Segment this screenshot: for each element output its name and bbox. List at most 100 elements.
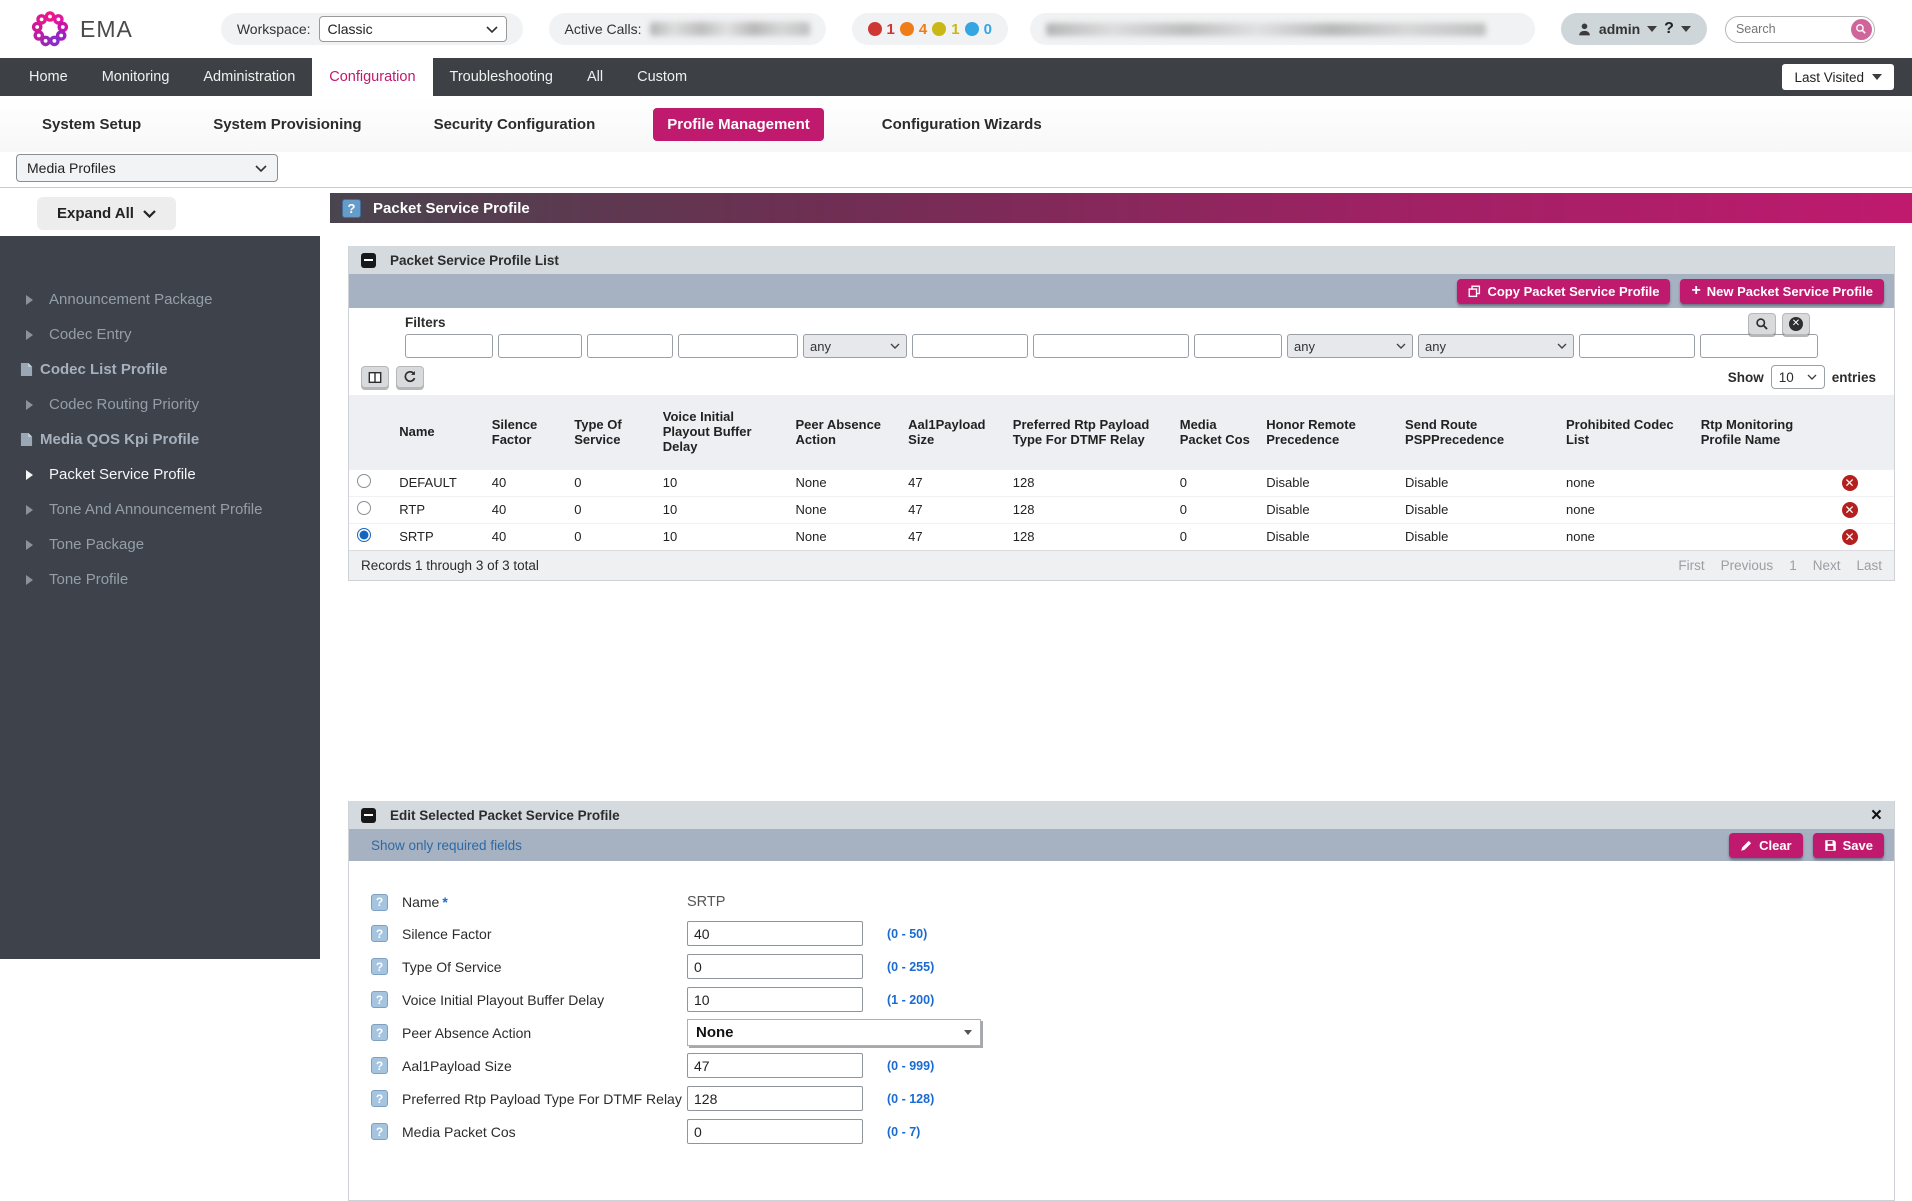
sidebar-item-tone-profile[interactable]: Tone Profile — [0, 562, 320, 597]
copy-profile-button[interactable]: Copy Packet Service Profile — [1457, 279, 1670, 304]
sidebar-item-tone-and-announcement-profile[interactable]: Tone And Announcement Profile — [0, 492, 320, 527]
category-select[interactable]: Media Profiles — [16, 154, 278, 182]
collapse-icon[interactable] — [361, 808, 376, 823]
type-of-service-input[interactable] — [687, 954, 863, 979]
field-label: Preferred Rtp Payload Type For DTMF Rela… — [402, 1091, 687, 1107]
subnav-system-provisioning[interactable]: System Provisioning — [199, 108, 375, 141]
subnav-system-setup[interactable]: System Setup — [28, 108, 155, 141]
show-required-fields-link[interactable]: Show only required fields — [371, 838, 522, 853]
filter-rtp-monitoring-input[interactable] — [1700, 334, 1818, 358]
media-packet-cos-input[interactable] — [687, 1119, 863, 1144]
sidebar-item-label: Media QOS Kpi Profile — [40, 431, 199, 448]
subnav-profile-management[interactable]: Profile Management — [653, 108, 824, 141]
page-last[interactable]: Last — [1856, 558, 1882, 573]
delete-row-icon[interactable]: ✕ — [1842, 529, 1858, 545]
search-input[interactable] — [1736, 22, 1851, 36]
peer-absence-action-select[interactable]: None — [687, 1019, 981, 1046]
sidebar-item-label: Codec Routing Priority — [49, 396, 199, 413]
sidebar-item-tone-package[interactable]: Tone Package — [0, 527, 320, 562]
nav-troubleshooting[interactable]: Troubleshooting — [433, 58, 570, 96]
sidebar-item-codec-list-profile[interactable]: Codec List Profile — [0, 352, 320, 387]
table-row-default[interactable]: DEFAULT 40 0 10 None 47 128 0 Disable Di… — [349, 469, 1894, 496]
field-label: Aal1Payload Size — [402, 1058, 687, 1074]
help-icon[interactable]: ? — [342, 199, 361, 218]
nav-monitoring[interactable]: Monitoring — [85, 58, 187, 96]
field-help-icon[interactable]: ? — [371, 894, 388, 911]
field-help-icon[interactable]: ? — [371, 991, 388, 1008]
page-number[interactable]: 1 — [1789, 558, 1797, 573]
field-help-icon[interactable]: ? — [371, 925, 388, 942]
field-help-icon[interactable]: ? — [371, 958, 388, 975]
col-type-of-service: Type Of Service — [566, 395, 655, 469]
sidebar-item-packet-service-profile[interactable]: Packet Service Profile — [0, 457, 320, 492]
expand-all-button[interactable]: Expand All — [37, 197, 176, 230]
field-help-icon[interactable]: ? — [371, 1057, 388, 1074]
field-help-icon[interactable]: ? — [371, 1123, 388, 1140]
workspace-select[interactable]: Classic — [319, 16, 507, 42]
help-icon[interactable]: ? — [1664, 20, 1674, 38]
page-first[interactable]: First — [1678, 558, 1704, 573]
filter-media-packet-cos-input[interactable] — [1194, 334, 1282, 358]
filter-voice-initial-input[interactable] — [678, 334, 798, 358]
nav-configuration[interactable]: Configuration — [312, 58, 432, 96]
filter-silence-factor-input[interactable] — [498, 334, 582, 358]
profiles-table: Name Silence Factor Type Of Service Voic… — [349, 395, 1894, 550]
clear-filters-button[interactable]: ✕ — [1782, 313, 1810, 335]
column-picker-button[interactable] — [361, 366, 389, 388]
filter-preferred-rtp-input[interactable] — [1033, 334, 1189, 358]
field-help-icon[interactable]: ? — [371, 1024, 388, 1041]
clear-button[interactable]: Clear — [1729, 833, 1803, 858]
preferred-rtp-payload-type-input[interactable] — [687, 1086, 863, 1111]
edit-panel-toolbar: Show only required fields Clear Save — [349, 829, 1894, 861]
page-previous[interactable]: Previous — [1721, 558, 1774, 573]
filter-peer-absence-select[interactable]: any — [803, 334, 907, 358]
col-silence-factor: Silence Factor — [484, 395, 566, 469]
silence-factor-input[interactable] — [687, 921, 863, 946]
filter-prohibited-codec-input[interactable] — [1579, 334, 1695, 358]
page-next[interactable]: Next — [1813, 558, 1841, 573]
field-range-hint: (0 - 999) — [887, 1059, 934, 1073]
sidebar-item-media-qos-kpi-profile[interactable]: Media QOS Kpi Profile — [0, 422, 320, 457]
sidebar-item-codec-routing-priority[interactable]: Codec Routing Priority — [0, 387, 320, 422]
row-radio[interactable] — [357, 501, 371, 515]
critical-count: 1 — [887, 21, 895, 38]
subnav-security-configuration[interactable]: Security Configuration — [420, 108, 610, 141]
refresh-button[interactable] — [396, 366, 424, 388]
last-visited-dropdown[interactable]: Last Visited — [1782, 64, 1894, 90]
subnav-configuration-wizards[interactable]: Configuration Wizards — [868, 108, 1056, 141]
collapse-icon[interactable] — [361, 253, 376, 268]
voice-initial-playout-buffer-delay-input[interactable] — [687, 987, 863, 1012]
nav-home[interactable]: Home — [12, 58, 85, 96]
copy-profile-label: Copy Packet Service Profile — [1487, 284, 1659, 299]
page-size-select[interactable]: 10 — [1771, 365, 1825, 389]
close-icon[interactable]: × — [1871, 806, 1882, 825]
aal1payload-size-input[interactable] — [687, 1053, 863, 1078]
new-profile-button[interactable]: + New Packet Service Profile — [1680, 279, 1884, 304]
nav-all[interactable]: All — [570, 58, 620, 96]
row-radio-selected[interactable] — [357, 528, 371, 542]
row-radio[interactable] — [357, 474, 371, 488]
filter-name-input[interactable] — [405, 334, 493, 358]
user-menu[interactable]: admin ? — [1561, 13, 1707, 45]
filter-send-route-select[interactable]: any — [1418, 334, 1574, 358]
sidebar-item-codec-entry[interactable]: Codec Entry — [0, 317, 320, 352]
new-profile-label: New Packet Service Profile — [1707, 284, 1873, 299]
search-button[interactable] — [1851, 19, 1872, 40]
delete-row-icon[interactable]: ✕ — [1842, 502, 1858, 518]
table-row-srtp[interactable]: SRTP 40 0 10 None 47 128 0 Disable Disab… — [349, 523, 1894, 550]
field-help-icon[interactable]: ? — [371, 1090, 388, 1107]
chevron-down-icon — [964, 1030, 972, 1035]
nav-administration[interactable]: Administration — [186, 58, 312, 96]
save-button[interactable]: Save — [1813, 833, 1884, 858]
sidebar-item-announcement-package[interactable]: Announcement Package — [0, 282, 320, 317]
apply-filters-button[interactable] — [1748, 313, 1776, 335]
nav-custom[interactable]: Custom — [620, 58, 704, 96]
filter-aal1payload-input[interactable] — [912, 334, 1028, 358]
table-row-rtp[interactable]: RTP 40 0 10 None 47 128 0 Disable Disabl… — [349, 496, 1894, 523]
filter-honor-remote-select[interactable]: any — [1287, 334, 1413, 358]
chevron-down-icon — [486, 26, 498, 33]
filter-type-of-service-input[interactable] — [587, 334, 673, 358]
filter-select-value: any — [1294, 339, 1315, 354]
chevron-down-icon — [890, 343, 900, 349]
delete-row-icon[interactable]: ✕ — [1842, 475, 1858, 491]
